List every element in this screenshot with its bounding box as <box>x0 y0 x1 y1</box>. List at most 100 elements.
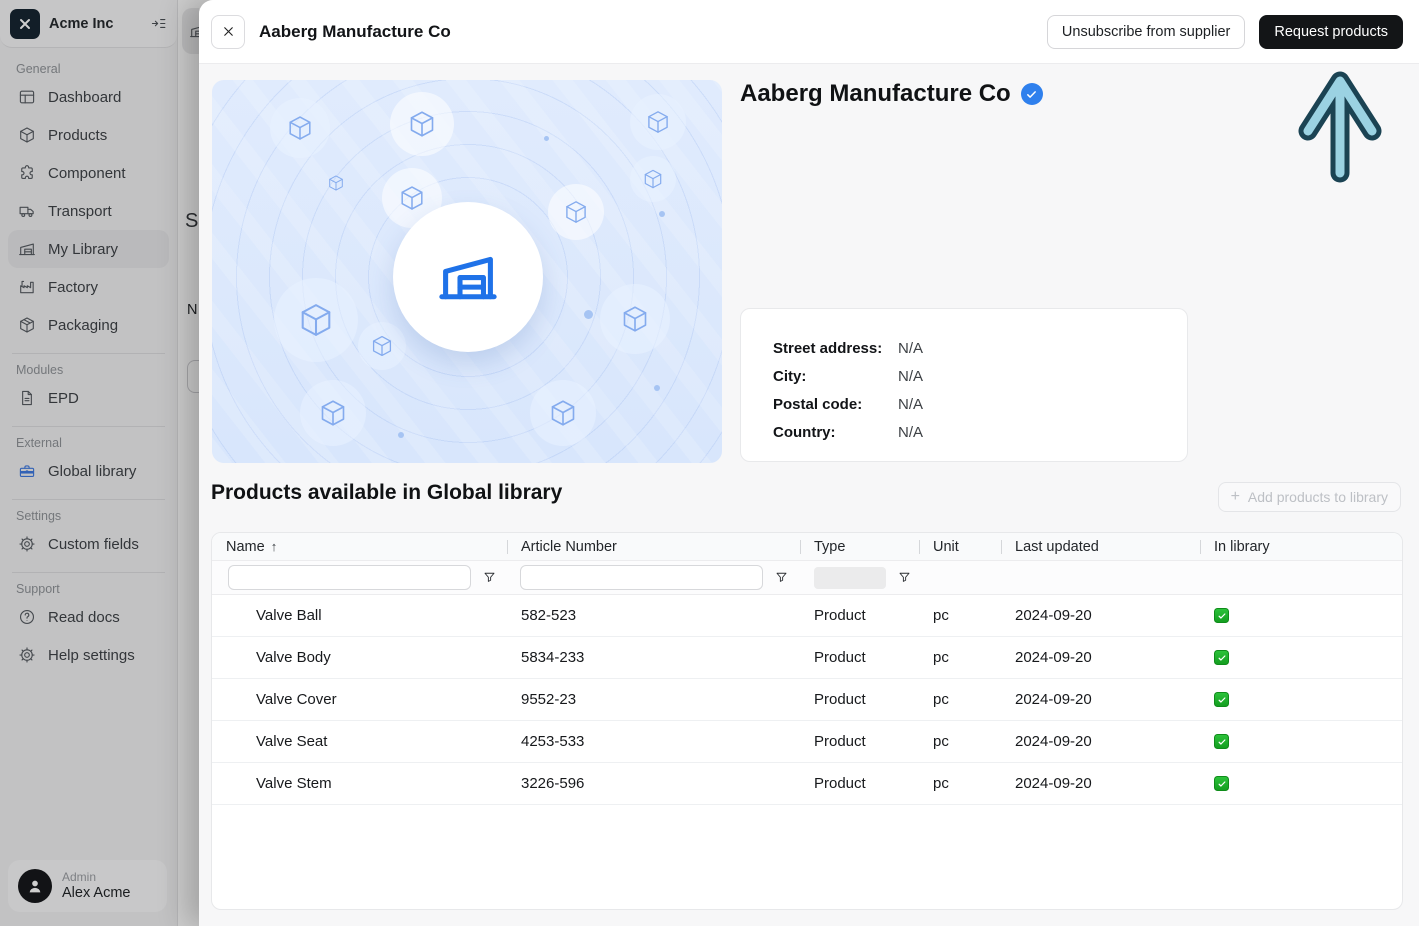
address-value: N/A <box>898 391 923 419</box>
article-number-filter-input[interactable] <box>520 565 763 590</box>
cube-icon <box>630 156 676 202</box>
unsubscribe-button[interactable]: Unsubscribe from supplier <box>1047 15 1245 49</box>
supplier-illustration <box>212 80 722 463</box>
plus-icon: + <box>1231 489 1240 505</box>
cell-updated: 2024-09-20 <box>1001 691 1200 708</box>
add-products-label: Add products to library <box>1248 489 1388 505</box>
warehouse-icon <box>436 245 500 309</box>
column-label: Last updated <box>1015 539 1099 555</box>
cell-article: 582-523 <box>507 607 800 624</box>
cell-in-library <box>1200 608 1402 623</box>
cell-article: 4253-533 <box>507 733 800 750</box>
company-title: Aaberg Manufacture Co <box>740 80 1043 108</box>
article-filter-button[interactable] <box>774 570 789 585</box>
supplier-modal: Aaberg Manufacture Co Unsubscribe from s… <box>199 0 1419 926</box>
funnel-icon <box>482 570 497 585</box>
address-label: Street address: <box>773 335 898 363</box>
supplier-hub-circle <box>393 202 543 352</box>
address-card: Street address: N/A City: N/A Postal cod… <box>740 308 1188 462</box>
in-library-check-icon <box>1214 692 1229 707</box>
address-value: N/A <box>898 363 923 391</box>
table-row[interactable]: Valve Ball 582-523 Product pc 2024-09-20 <box>212 595 1402 637</box>
column-label: Name <box>226 539 265 555</box>
cell-article: 3226-596 <box>507 775 800 792</box>
cube-icon <box>600 284 670 354</box>
cell-in-library <box>1200 776 1402 791</box>
type-filter-select[interactable] <box>814 567 886 589</box>
funnel-icon <box>774 570 789 585</box>
cube-icon <box>530 380 596 446</box>
address-value: N/A <box>898 335 923 363</box>
address-row: Street address: N/A <box>773 335 1167 363</box>
address-row: Country: N/A <box>773 419 1167 447</box>
cell-in-library <box>1200 650 1402 665</box>
pointer-arrow-annotation <box>1295 55 1385 189</box>
cube-icon <box>390 92 454 156</box>
products-table: Name ↑ Article Number Type Unit Last upd… <box>211 532 1403 910</box>
address-value: N/A <box>898 419 923 447</box>
cell-type: Product <box>800 607 919 624</box>
column-header-last-updated[interactable]: Last updated <box>1001 539 1200 555</box>
add-products-to-library-button[interactable]: + Add products to library <box>1218 482 1401 512</box>
products-section-heading: Products available in Global library <box>211 481 562 505</box>
table-row[interactable]: Valve Cover 9552-23 Product pc 2024-09-2… <box>212 679 1402 721</box>
cell-unit: pc <box>919 649 1001 666</box>
column-header-type[interactable]: Type <box>800 539 919 555</box>
sort-ascending-icon: ↑ <box>271 539 278 554</box>
column-label: Article Number <box>521 539 617 555</box>
cube-icon <box>630 94 686 150</box>
cube-icon <box>358 322 406 370</box>
cube-icon <box>327 174 345 192</box>
in-library-check-icon <box>1214 650 1229 665</box>
verified-badge-icon <box>1021 83 1043 105</box>
close-icon <box>221 24 236 39</box>
address-row: City: N/A <box>773 363 1167 391</box>
cell-updated: 2024-09-20 <box>1001 733 1200 750</box>
cell-type: Product <box>800 649 919 666</box>
table-row[interactable]: Valve Stem 3226-596 Product pc 2024-09-2… <box>212 763 1402 805</box>
column-header-name[interactable]: Name ↑ <box>212 539 507 555</box>
cell-name: Valve Cover <box>212 691 507 708</box>
cell-article: 5834-233 <box>507 649 800 666</box>
column-label: Unit <box>933 539 959 555</box>
modal-header: Aaberg Manufacture Co Unsubscribe from s… <box>199 0 1419 64</box>
funnel-icon <box>897 570 912 585</box>
cell-unit: pc <box>919 775 1001 792</box>
cell-name: Valve Seat <box>212 733 507 750</box>
in-library-check-icon <box>1214 776 1229 791</box>
request-products-button[interactable]: Request products <box>1259 15 1403 49</box>
column-header-article-number[interactable]: Article Number <box>507 539 800 555</box>
cell-name: Valve Stem <box>212 775 507 792</box>
cell-unit: pc <box>919 691 1001 708</box>
cell-type: Product <box>800 775 919 792</box>
column-label: Type <box>814 539 845 555</box>
column-header-unit[interactable]: Unit <box>919 539 1001 555</box>
name-filter-button[interactable] <box>482 570 497 585</box>
cube-icon <box>548 184 604 240</box>
table-row[interactable]: Valve Body 5834-233 Product pc 2024-09-2… <box>212 637 1402 679</box>
in-library-check-icon <box>1214 608 1229 623</box>
name-filter-input[interactable] <box>228 565 471 590</box>
cell-updated: 2024-09-20 <box>1001 775 1200 792</box>
type-filter-button[interactable] <box>897 570 912 585</box>
close-button[interactable] <box>211 15 245 49</box>
cell-type: Product <box>800 691 919 708</box>
cell-name: Valve Body <box>212 649 507 666</box>
cube-icon <box>270 98 330 158</box>
table-header-row: Name ↑ Article Number Type Unit Last upd… <box>212 533 1402 561</box>
cell-unit: pc <box>919 733 1001 750</box>
cube-icon <box>300 380 366 446</box>
cell-type: Product <box>800 733 919 750</box>
cell-article: 9552-23 <box>507 691 800 708</box>
cell-updated: 2024-09-20 <box>1001 649 1200 666</box>
cell-in-library <box>1200 692 1402 707</box>
cube-icon <box>274 278 358 362</box>
cell-updated: 2024-09-20 <box>1001 607 1200 624</box>
address-label: Postal code: <box>773 391 898 419</box>
column-header-in-library[interactable]: In library <box>1200 539 1402 555</box>
table-row[interactable]: Valve Seat 4253-533 Product pc 2024-09-2… <box>212 721 1402 763</box>
address-label: City: <box>773 363 898 391</box>
address-row: Postal code: N/A <box>773 391 1167 419</box>
cell-unit: pc <box>919 607 1001 624</box>
modal-title: Aaberg Manufacture Co <box>259 22 1033 42</box>
